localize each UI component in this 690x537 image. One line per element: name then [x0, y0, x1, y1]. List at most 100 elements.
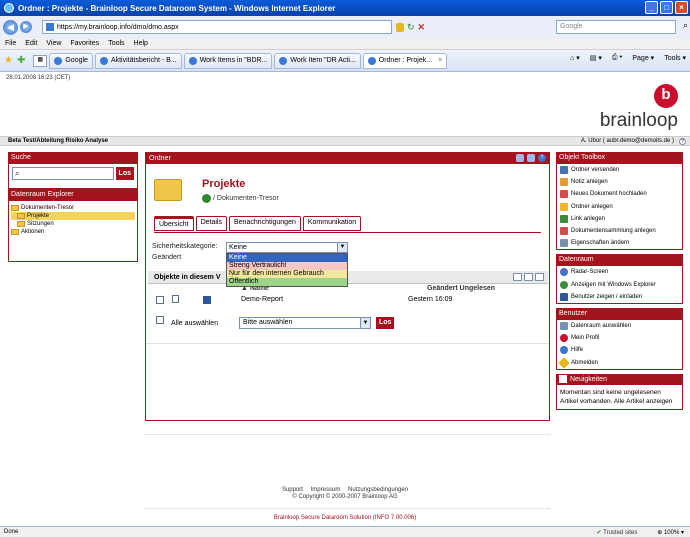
- dataroom-item-radar[interactable]: Radar-Screen: [557, 266, 682, 278]
- footer-links: Support Impressum Nutzungsbedingungen: [0, 487, 690, 493]
- add-favorite-icon[interactable]: ✚: [17, 55, 25, 66]
- toolbox-item-notiz[interactable]: Notiz anlegen: [557, 176, 682, 188]
- tab-uebersicht[interactable]: Übersicht: [154, 216, 194, 231]
- lock-icon[interactable]: [396, 22, 404, 32]
- security-select[interactable]: Keine ▼: [226, 242, 348, 253]
- toolbox-item-sammlung[interactable]: Dokumentensammlung anlegen: [557, 225, 682, 237]
- tab-kommunikation[interactable]: Kommunikation: [302, 216, 362, 231]
- list-view-icon[interactable]: [513, 273, 522, 281]
- detail-view-icon[interactable]: [535, 273, 544, 281]
- dataroom-item-benutzer[interactable]: Benutzer zeigen / einladen: [557, 291, 682, 303]
- user-item-profil[interactable]: Mein Profil: [557, 332, 682, 344]
- feeds-icon[interactable]: ▤ ▾: [590, 54, 602, 62]
- right-column: Objekt Toolbox Ordner versenden Notiz an…: [556, 152, 683, 410]
- footer-link-impressum[interactable]: Impressum: [311, 487, 341, 493]
- tree-item-dokumenten-tresor[interactable]: Dokumenten-Tresor: [11, 204, 135, 212]
- close-tab-icon[interactable]: ×: [438, 57, 442, 64]
- zoom-level[interactable]: ⊕ 100% ▾: [657, 529, 684, 536]
- url-field[interactable]: https://my.brainloop.info/dmo/dmo.aspx: [42, 20, 392, 34]
- changed-label: Geändert: [152, 254, 182, 261]
- option-oeffentlich[interactable]: Öffentlich: [227, 278, 347, 286]
- bulk-action-select[interactable]: Bitte auswählen ▼: [239, 317, 371, 329]
- folder-large-icon: [154, 179, 182, 201]
- tab-ordner-projekte[interactable]: Ordner : Projek... ×: [362, 52, 448, 69]
- menu-edit[interactable]: Edit: [25, 40, 37, 47]
- tree-item-aktionen[interactable]: Aktionen: [11, 228, 135, 236]
- footer-link-nutzungsbedingungen[interactable]: Nutzungsbedingungen: [348, 487, 408, 493]
- favorites-star-icon[interactable]: ★: [4, 55, 13, 66]
- stop-icon[interactable]: ✕: [418, 22, 426, 33]
- bulk-action-button[interactable]: Los: [376, 317, 395, 329]
- search-button[interactable]: Los: [115, 167, 134, 180]
- menu-tools[interactable]: Tools: [108, 40, 124, 47]
- search-input[interactable]: Google: [556, 20, 676, 34]
- close-button[interactable]: ×: [675, 1, 688, 14]
- maximize-button[interactable]: □: [660, 1, 673, 14]
- search-icon[interactable]: ⌕: [683, 20, 688, 31]
- dataroom-icon: [560, 321, 568, 330]
- row-name[interactable]: Demo-Report: [241, 296, 283, 303]
- tree-item-projekte[interactable]: Projekte: [11, 212, 135, 220]
- tab-details[interactable]: Details: [195, 216, 227, 231]
- home-icon[interactable]: ⌂ ▾: [570, 54, 580, 62]
- grid-view-icon[interactable]: [524, 273, 533, 281]
- users-icon: [560, 292, 568, 301]
- row-checkbox[interactable]: [156, 296, 164, 304]
- tab-benachrichtigungen[interactable]: Benachrichtigungen: [228, 216, 301, 231]
- menu-favorites[interactable]: Favorites: [70, 40, 99, 47]
- quick-tabs-icon[interactable]: ▦: [33, 54, 48, 67]
- dataroom-item-explorer[interactable]: Anzeigen mit Windows Explorer: [557, 279, 682, 291]
- left-column: Suche ⌕ Los Datenraum Explorer Dokumente…: [8, 152, 138, 262]
- refresh-icon[interactable]: [516, 154, 524, 162]
- tools-menu[interactable]: Tools ▾: [664, 54, 686, 62]
- toolbox-item-ordner-anlegen[interactable]: Ordner anlegen: [557, 201, 682, 213]
- menu-help[interactable]: Help: [134, 40, 148, 47]
- page-menu[interactable]: Page ▾: [632, 54, 654, 62]
- news-body[interactable]: Momentan sind keine ungelesenen Artikel …: [556, 384, 683, 410]
- print-icon[interactable]: ⎙ ▾: [612, 54, 623, 62]
- footer-link-support[interactable]: Support: [282, 487, 303, 493]
- option-keine[interactable]: Keine: [227, 254, 347, 262]
- tab-google[interactable]: Google: [49, 52, 93, 69]
- refresh-icon[interactable]: ↻: [407, 22, 415, 33]
- folder-tabs: Übersicht Details Benachrichtigungen Kom…: [154, 216, 362, 231]
- table-row[interactable]: Demo-Report Gestern 16:09: [156, 295, 536, 305]
- help-icon[interactable]: ?: [538, 154, 546, 162]
- back-button[interactable]: ◀: [3, 19, 18, 35]
- select-all-checkbox[interactable]: [156, 316, 164, 324]
- settings-icon[interactable]: [527, 154, 535, 162]
- forward-button[interactable]: ▶: [20, 21, 32, 33]
- toolbox-item-link[interactable]: Link anlegen: [557, 213, 682, 225]
- folder-icon: [11, 205, 19, 211]
- option-intern[interactable]: Nur für den internen Gebrauch: [227, 270, 347, 278]
- tree-item-sitzungen[interactable]: Sitzungen: [11, 220, 135, 228]
- logout-icon: [558, 356, 570, 369]
- check-icon: ✔: [596, 529, 602, 536]
- brainloop-logo: brainloop: [599, 110, 678, 131]
- toolbox-item-ordner-versenden[interactable]: Ordner versenden: [557, 164, 682, 176]
- menu-file[interactable]: File: [5, 40, 16, 47]
- tab-aktivitaetsbericht[interactable]: Aktivitätsbericht - B...: [94, 52, 182, 69]
- folder-up-icon[interactable]: [202, 194, 211, 203]
- option-streng-vertraulich[interactable]: Streng Vertraulich!: [227, 262, 347, 270]
- help-icon[interactable]: ?: [679, 138, 686, 145]
- folder-icon: [11, 229, 19, 235]
- user-item-hilfe[interactable]: Hilfe: [557, 344, 682, 356]
- search-field[interactable]: ⌕: [12, 167, 114, 180]
- divider: [146, 343, 549, 344]
- page-icon: [279, 56, 288, 65]
- toolbox-item-dokument[interactable]: Neues Dokument hochladen: [557, 188, 682, 200]
- col-changed[interactable]: Geändert Ungelesen: [427, 285, 495, 292]
- user-item-abmelden[interactable]: Abmelden: [557, 356, 682, 369]
- breadcrumb[interactable]: / Dokumenten-Tresor: [202, 194, 279, 203]
- menu-view[interactable]: View: [46, 40, 61, 47]
- tab-work-item[interactable]: Work Item "DR Acti...: [274, 52, 361, 69]
- tab-work-items[interactable]: Work Items in "BDR...: [183, 52, 273, 69]
- toolbox-item-eigenschaften[interactable]: Eigenschaften ändern: [557, 237, 682, 249]
- minimize-button[interactable]: _: [645, 1, 658, 14]
- search-icon: ⌕: [15, 168, 20, 178]
- security-zone[interactable]: ✔ Trusted sites: [597, 529, 638, 536]
- user-info[interactable]: A. Ubor ( aubr.demo@demoits.de ): [581, 137, 674, 146]
- properties-icon: [560, 239, 568, 248]
- user-item-datenraum[interactable]: Datenraum auswählen: [557, 320, 682, 332]
